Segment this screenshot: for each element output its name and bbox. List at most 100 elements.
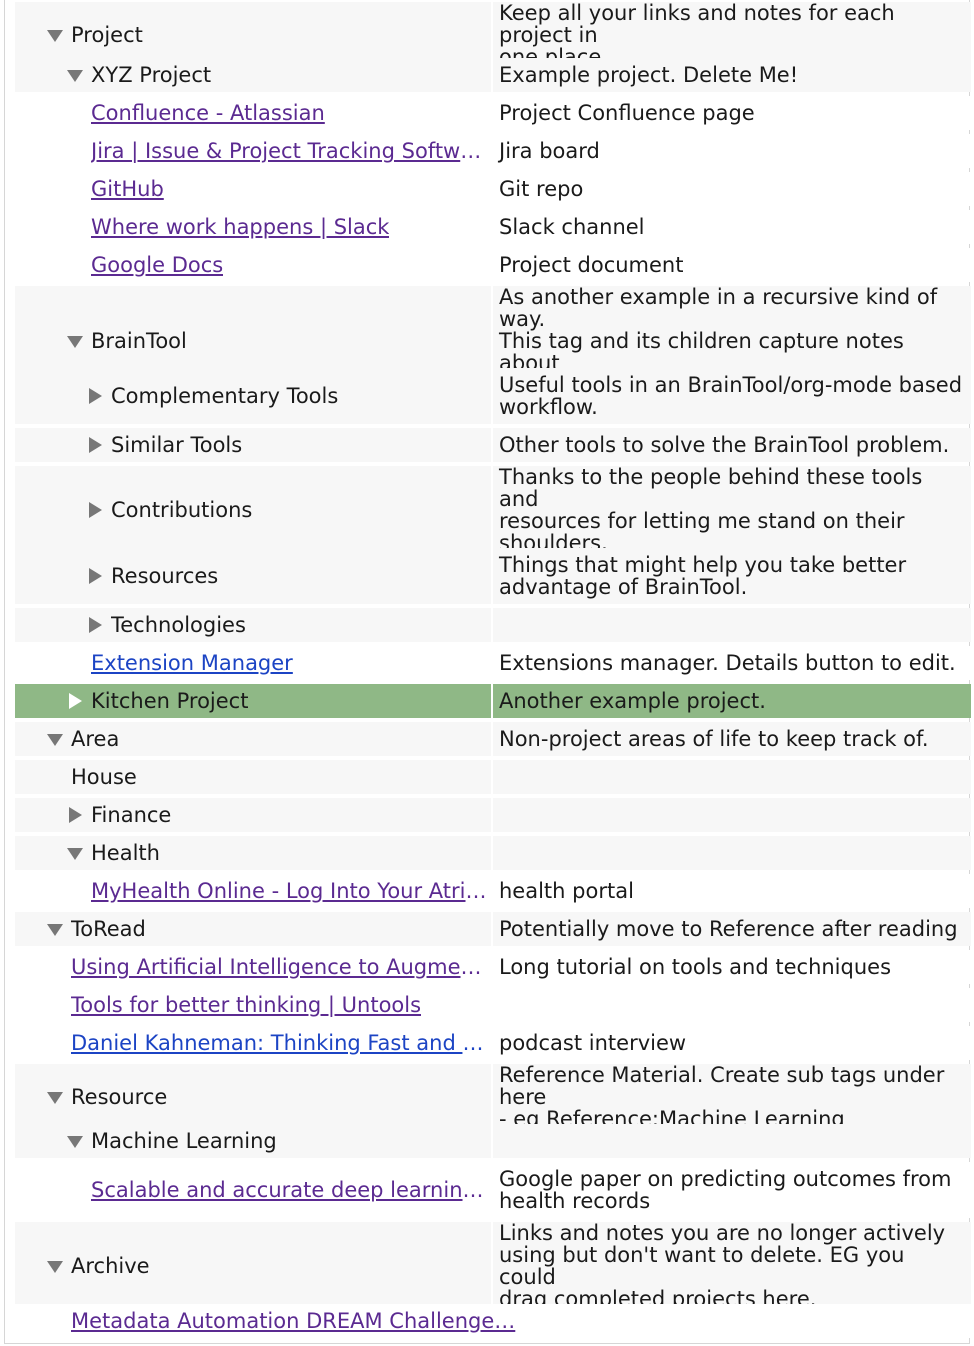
link-title-cell[interactable]: Extension Manager bbox=[15, 646, 491, 680]
tree-row-link[interactable]: Jira | Issue & Project Tracking Softwar…… bbox=[15, 134, 971, 168]
tag-title-cell[interactable]: Area bbox=[15, 722, 491, 756]
note-cell[interactable] bbox=[493, 836, 971, 870]
page-link[interactable]: Where work happens | Slack bbox=[91, 215, 389, 239]
triangle-down-icon[interactable] bbox=[65, 331, 85, 351]
note-cell[interactable]: Slack channel bbox=[493, 210, 971, 244]
page-link[interactable]: Tools for better thinking | Untools bbox=[71, 993, 421, 1017]
tag-label[interactable]: Technologies bbox=[111, 613, 246, 637]
tag-label[interactable]: BrainTool bbox=[91, 329, 187, 353]
tag-label[interactable]: Resource bbox=[71, 1085, 167, 1109]
note-cell[interactable] bbox=[493, 760, 971, 794]
triangle-right-icon[interactable] bbox=[85, 435, 105, 455]
tag-label[interactable]: Complementary Tools bbox=[111, 384, 338, 408]
link-title-cell[interactable]: Tools for better thinking | Untools bbox=[15, 988, 491, 1022]
triangle-down-icon[interactable] bbox=[45, 729, 65, 749]
page-link[interactable]: Scalable and accurate deep learning … bbox=[91, 1178, 491, 1202]
tree-row-resource[interactable]: Resource Reference Material. Create sub … bbox=[15, 1064, 971, 1130]
link-title-cell[interactable]: Daniel Kahneman: Thinking Fast and Sl… bbox=[15, 1026, 491, 1060]
tree-row-kitchen-project[interactable]: Kitchen Project Another example project. bbox=[15, 684, 971, 718]
note-cell[interactable] bbox=[493, 988, 971, 1022]
tree-row-contributions[interactable]: Contributions Thanks to the people behin… bbox=[15, 466, 971, 554]
link-title-cell[interactable]: MyHealth Online - Log Into Your Atriu… bbox=[15, 874, 491, 908]
tree-row-xyz-project[interactable]: XYZ Project Example project. Delete Me! bbox=[15, 58, 971, 92]
triangle-right-icon[interactable] bbox=[85, 615, 105, 635]
page-link[interactable]: Metadata Automation DREAM Challenge… bbox=[71, 1309, 515, 1333]
note-cell[interactable]: Extensions manager. Details button to ed… bbox=[493, 646, 971, 680]
tree-row-health[interactable]: Health bbox=[15, 836, 971, 870]
link-title-cell[interactable]: Google Docs bbox=[15, 248, 491, 282]
tree-row-resources[interactable]: Resources Things that might help you tak… bbox=[15, 548, 971, 604]
page-link[interactable]: Jira | Issue & Project Tracking Softwar… bbox=[91, 139, 491, 163]
tag-title-cell[interactable]: Finance bbox=[15, 798, 491, 832]
note-cell[interactable] bbox=[493, 608, 971, 642]
link-title-cell[interactable]: Jira | Issue & Project Tracking Softwar… bbox=[15, 134, 491, 168]
page-link[interactable]: MyHealth Online - Log Into Your Atriu… bbox=[91, 879, 491, 903]
tag-title-cell[interactable]: Machine Learning bbox=[15, 1124, 491, 1158]
link-title-cell[interactable]: Using Artificial Intelligence to Augment… bbox=[15, 950, 491, 984]
note-cell[interactable]: Google paper on predicting outcomes from… bbox=[493, 1162, 971, 1218]
tree-row-archive[interactable]: Archive Links and notes you are no longe… bbox=[15, 1222, 971, 1310]
tag-label[interactable]: Kitchen Project bbox=[91, 689, 248, 713]
note-cell[interactable]: Other tools to solve the BrainTool probl… bbox=[493, 428, 971, 462]
tag-label[interactable]: Similar Tools bbox=[111, 433, 242, 457]
tree-row-finance[interactable]: Finance bbox=[15, 798, 971, 832]
tag-label[interactable]: Health bbox=[91, 841, 160, 865]
tree-row-technologies[interactable]: Technologies bbox=[15, 608, 971, 642]
tree-row-braintool[interactable]: BrainTool As another example in a recurs… bbox=[15, 286, 971, 396]
link-title-cell[interactable]: Where work happens | Slack bbox=[15, 210, 491, 244]
tree-row-link[interactable]: GitHub Git repo bbox=[15, 172, 971, 206]
tag-title-cell[interactable]: ToRead bbox=[15, 912, 491, 946]
triangle-right-icon[interactable] bbox=[85, 566, 105, 586]
tag-title-cell[interactable]: Resources bbox=[15, 548, 491, 604]
note-cell[interactable]: health portal bbox=[493, 874, 971, 908]
tag-label[interactable]: House bbox=[71, 765, 137, 789]
page-link[interactable]: Daniel Kahneman: Thinking Fast and Sl… bbox=[71, 1031, 491, 1055]
tree-row-link[interactable]: MyHealth Online - Log Into Your Atriu… h… bbox=[15, 874, 971, 908]
tree-row-complementary-tools[interactable]: Complementary Tools Useful tools in an B… bbox=[15, 368, 971, 424]
note-cell[interactable]: Non-project areas of life to keep track … bbox=[493, 722, 971, 756]
tree-row-machine-learning[interactable]: Machine Learning bbox=[15, 1124, 971, 1158]
tag-title-cell[interactable]: House bbox=[15, 760, 491, 794]
tag-title-cell[interactable]: Complementary Tools bbox=[15, 368, 491, 424]
note-cell[interactable]: Jira board bbox=[493, 134, 971, 168]
triangle-right-icon[interactable] bbox=[85, 386, 105, 406]
link-title-cell[interactable]: Confluence - Atlassian bbox=[15, 96, 491, 130]
note-cell[interactable]: podcast interview bbox=[493, 1026, 971, 1060]
tree-row-link[interactable]: Scalable and accurate deep learning … Go… bbox=[15, 1162, 971, 1218]
note-cell[interactable]: Example project. Delete Me! bbox=[493, 58, 971, 92]
tag-label[interactable]: Contributions bbox=[111, 498, 252, 522]
page-link[interactable]: Confluence - Atlassian bbox=[91, 101, 325, 125]
note-cell[interactable]: Potentially move to Reference after read… bbox=[493, 912, 971, 946]
tag-title-cell[interactable]: XYZ Project bbox=[15, 58, 491, 92]
tag-label[interactable]: Resources bbox=[111, 564, 218, 588]
note-cell[interactable] bbox=[493, 1304, 971, 1338]
tag-label[interactable]: Machine Learning bbox=[91, 1129, 277, 1153]
note-cell[interactable]: Project Confluence page bbox=[493, 96, 971, 130]
tree-row-link[interactable]: Using Artificial Intelligence to Augment… bbox=[15, 950, 971, 984]
tag-title-cell[interactable]: Archive bbox=[15, 1222, 491, 1310]
tag-title-cell[interactable]: Resource bbox=[15, 1064, 491, 1130]
page-link[interactable]: Using Artificial Intelligence to Augment… bbox=[71, 955, 491, 979]
tree-row-project[interactable]: Project Keep all your links and notes fo… bbox=[15, 2, 971, 68]
link-title-cell[interactable]: GitHub bbox=[15, 172, 491, 206]
triangle-down-icon[interactable] bbox=[65, 65, 85, 85]
tree-row-link[interactable]: Google Docs Project document bbox=[15, 248, 971, 282]
note-cell[interactable]: Useful tools in an BrainTool/org-mode ba… bbox=[493, 368, 971, 424]
page-link[interactable]: Google Docs bbox=[91, 253, 223, 277]
note-cell[interactable]: Links and notes you are no longer active… bbox=[493, 1222, 971, 1310]
note-cell[interactable]: Things that might help you take better a… bbox=[493, 548, 971, 604]
note-cell[interactable] bbox=[493, 798, 971, 832]
tag-label[interactable]: Archive bbox=[71, 1254, 150, 1278]
triangle-down-icon[interactable] bbox=[45, 1256, 65, 1276]
page-link[interactable]: Extension Manager bbox=[91, 651, 293, 675]
triangle-right-icon[interactable] bbox=[65, 691, 85, 711]
note-cell[interactable] bbox=[493, 1124, 971, 1158]
tag-title-cell[interactable]: Kitchen Project bbox=[15, 684, 491, 718]
tree-row-link[interactable]: Tools for better thinking | Untools bbox=[15, 988, 971, 1022]
page-link[interactable]: GitHub bbox=[91, 177, 164, 201]
tree-row-link[interactable]: Extension Manager Extensions manager. De… bbox=[15, 646, 971, 680]
note-cell[interactable]: Project document bbox=[493, 248, 971, 282]
link-title-cell[interactable]: Metadata Automation DREAM Challenge… bbox=[15, 1304, 515, 1338]
note-cell[interactable]: Git repo bbox=[493, 172, 971, 206]
triangle-down-icon[interactable] bbox=[45, 919, 65, 939]
